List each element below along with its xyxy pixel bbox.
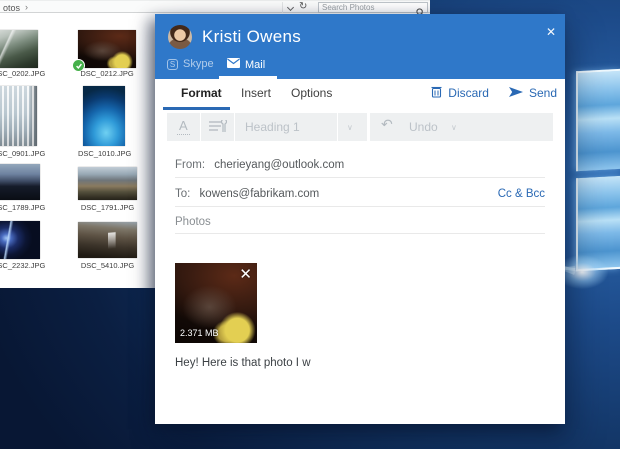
mail-ribbon: Format Insert Options Discard Send A bbox=[155, 79, 565, 142]
explorer-search-box[interactable] bbox=[318, 2, 428, 13]
cc-bcc-link[interactable]: Cc & Bcc bbox=[498, 188, 545, 200]
breadcrumb-chevron-icon: › bbox=[25, 2, 28, 12]
from-field[interactable]: From: cherieyang@outlook.com bbox=[175, 142, 545, 178]
undo-button[interactable]: Undo bbox=[409, 120, 438, 134]
font-formatting-button[interactable]: A bbox=[177, 118, 190, 135]
photo-thumbnail[interactable] bbox=[0, 30, 38, 68]
discard-button[interactable]: Discard bbox=[448, 86, 489, 100]
from-value[interactable]: cherieyang@outlook.com bbox=[214, 159, 344, 171]
mail-envelope-icon bbox=[227, 58, 240, 71]
address-dropdown-chevron-icon[interactable] bbox=[287, 4, 294, 11]
file-name[interactable]: DSC_2232.JPG bbox=[0, 261, 45, 270]
heading-dropdown-chevron-icon[interactable]: ∨ bbox=[347, 123, 353, 132]
explorer-address-bar: otos › ↻ bbox=[0, 0, 430, 13]
toolbar-divider bbox=[367, 113, 370, 141]
toolbar-divider bbox=[337, 113, 338, 141]
toolbar-divider bbox=[234, 113, 235, 141]
photo-attachment[interactable]: ✕ 2.371 MB bbox=[175, 263, 257, 343]
skype-icon: S bbox=[167, 59, 178, 70]
photo-thumbnail[interactable] bbox=[78, 167, 137, 200]
attachment-size: 2.371 MB bbox=[180, 328, 219, 338]
message-body-text[interactable]: Hey! Here is that photo I w bbox=[175, 357, 311, 369]
photo-thumbnail[interactable] bbox=[78, 30, 136, 68]
search-input[interactable] bbox=[322, 3, 414, 12]
tab-mail-label: Mail bbox=[245, 59, 265, 71]
undo-icon[interactable]: ↶ bbox=[381, 117, 393, 133]
file-name[interactable]: DSC_1010.JPG bbox=[78, 149, 130, 158]
avatar bbox=[168, 25, 192, 49]
subject-field[interactable]: Photos bbox=[175, 207, 545, 234]
heading-style-dropdown[interactable]: Heading 1 bbox=[245, 120, 300, 134]
send-icon[interactable] bbox=[509, 86, 523, 100]
photo-thumbnail[interactable] bbox=[83, 86, 125, 146]
ribbon-tab-insert[interactable]: Insert bbox=[241, 86, 271, 100]
paragraph-format-icon[interactable] bbox=[209, 120, 227, 138]
file-name[interactable]: DSC_0901.JPG bbox=[0, 149, 45, 158]
formatting-toolbar: A Heading 1 ∨ ↶ Undo ∨ bbox=[167, 113, 553, 141]
message-fields: From: cherieyang@outlook.com To: kowens@… bbox=[175, 142, 545, 234]
send-button[interactable]: Send bbox=[529, 86, 557, 100]
breadcrumb[interactable]: otos bbox=[3, 3, 20, 13]
ribbon-tab-options[interactable]: Options bbox=[291, 86, 332, 100]
tab-skype[interactable]: S Skype bbox=[167, 58, 214, 70]
tab-skype-label: Skype bbox=[183, 58, 214, 70]
to-field[interactable]: To: kowens@fabrikam.com Cc & Bcc bbox=[175, 178, 545, 207]
desktop: otos › ↻ DSC_0202.JPG DSC_0212.JPG DSC_0… bbox=[0, 0, 620, 449]
tab-mail[interactable]: Mail bbox=[227, 58, 265, 71]
discard-trash-icon[interactable] bbox=[431, 85, 442, 101]
toolbar-divider bbox=[200, 113, 201, 141]
subject-value[interactable]: Photos bbox=[175, 216, 211, 228]
refresh-icon[interactable]: ↻ bbox=[299, 1, 307, 12]
file-name[interactable]: DSC_1791.JPG bbox=[78, 203, 137, 212]
from-label: From: bbox=[175, 159, 205, 171]
wallpaper-logo-pane-top bbox=[576, 69, 620, 171]
photo-thumbnail[interactable] bbox=[0, 221, 40, 259]
file-name[interactable]: DSC_0202.JPG bbox=[0, 69, 45, 78]
contact-header: Kristi Owens ✕ S Skype Mail bbox=[155, 14, 565, 79]
ribbon-tab-format[interactable]: Format bbox=[181, 86, 222, 100]
close-icon[interactable]: ✕ bbox=[546, 25, 556, 39]
file-name[interactable]: DSC_0212.JPG bbox=[78, 69, 136, 78]
photo-thumbnail[interactable] bbox=[0, 86, 37, 146]
ribbon-active-tab-underline bbox=[163, 107, 230, 110]
contact-name-title: Kristi Owens bbox=[202, 27, 301, 47]
remove-attachment-icon[interactable]: ✕ bbox=[239, 265, 252, 283]
photo-thumbnail[interactable] bbox=[78, 222, 137, 258]
photo-thumbnail[interactable] bbox=[0, 164, 40, 200]
contact-mail-window: Kristi Owens ✕ S Skype Mail Format Inser… bbox=[155, 14, 565, 424]
to-value[interactable]: kowens@fabrikam.com bbox=[200, 188, 320, 200]
file-name[interactable]: DSC_5410.JPG bbox=[78, 261, 137, 270]
undo-dropdown-chevron-icon[interactable]: ∨ bbox=[451, 123, 457, 132]
file-name[interactable]: DSC_1789.JPG bbox=[0, 203, 45, 212]
to-label: To: bbox=[175, 188, 190, 200]
address-bar-divider bbox=[282, 2, 283, 13]
